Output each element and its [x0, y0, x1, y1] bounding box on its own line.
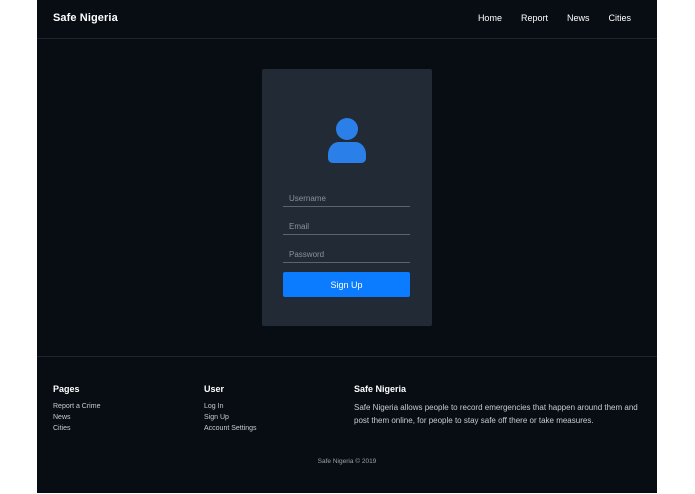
- footer-pages-heading: Pages: [53, 384, 80, 394]
- footer-link-log-in[interactable]: Log In: [204, 401, 257, 412]
- footer-pages-column: Pages Report a Crime News Cities: [53, 384, 100, 434]
- footer-link-report-crime[interactable]: Report a Crime: [53, 401, 100, 412]
- email-input[interactable]: [283, 218, 410, 235]
- footer-about-heading: Safe Nigeria: [354, 384, 407, 394]
- footer-user-column: User Log In Sign Up Account Settings: [204, 384, 257, 434]
- footer-about-column: Safe Nigeria Safe Nigeria allows people …: [354, 384, 644, 427]
- user-icon: [328, 118, 366, 163]
- password-input[interactable]: [283, 246, 410, 263]
- copyright-text: Safe Nigeria © 2019: [317, 458, 377, 465]
- footer-link-sign-up[interactable]: Sign Up: [204, 412, 257, 423]
- footer-about-text: Safe Nigeria allows people to record eme…: [354, 403, 638, 425]
- username-input[interactable]: [283, 190, 410, 207]
- nav-links: Home Report News Cities: [459, 13, 631, 23]
- footer-link-account-settings[interactable]: Account Settings: [204, 423, 257, 434]
- footer-user-heading: User: [204, 384, 225, 394]
- nav-cities-link[interactable]: Cities: [608, 13, 631, 23]
- nav-home-link[interactable]: Home: [478, 13, 502, 23]
- page: Safe Nigeria Home Report News Cities Sig…: [37, 0, 657, 493]
- nav-report-link[interactable]: Report: [521, 13, 548, 23]
- sign-up-button[interactable]: Sign Up: [283, 272, 410, 297]
- signup-card: Sign Up: [262, 69, 432, 326]
- brand-logo[interactable]: Safe Nigeria: [53, 12, 118, 24]
- navbar: Safe Nigeria Home Report News Cities: [37, 0, 657, 39]
- footer: Pages Report a Crime News Cities User Lo…: [37, 356, 657, 494]
- footer-link-news[interactable]: News: [53, 412, 100, 423]
- footer-link-cities[interactable]: Cities: [53, 423, 100, 434]
- nav-news-link[interactable]: News: [567, 13, 590, 23]
